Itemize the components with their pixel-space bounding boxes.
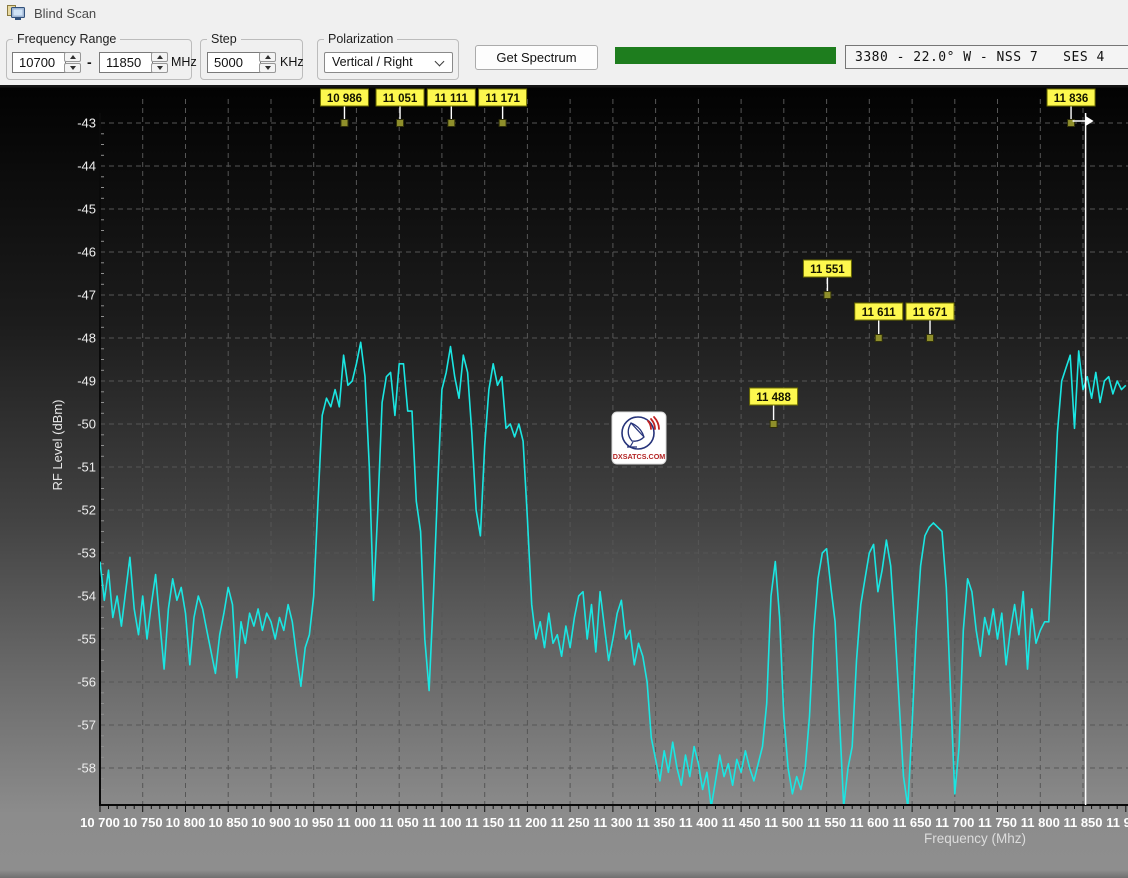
svg-text:-45: -45	[77, 202, 96, 217]
frequency-unit-label: MHz	[171, 55, 197, 69]
scan-progress-bar	[615, 47, 836, 64]
svg-text:-49: -49	[77, 374, 96, 389]
x-axis-labels: 10 70010 75010 80010 85010 90010 95011 0…	[80, 815, 1128, 830]
svg-text:11 550: 11 550	[807, 815, 846, 830]
svg-text:-52: -52	[77, 503, 96, 518]
step-spinner[interactable]	[259, 52, 276, 73]
svg-text:11 836: 11 836	[1054, 93, 1089, 105]
spin-up-icon[interactable]	[151, 52, 168, 62]
svg-text:11 488: 11 488	[756, 392, 791, 404]
svg-text:10 750: 10 750	[123, 815, 163, 830]
svg-text:-56: -56	[77, 675, 96, 690]
svg-text:11 551: 11 551	[810, 264, 845, 276]
spin-up-icon[interactable]	[64, 52, 81, 62]
svg-text:11 850: 11 850	[1063, 815, 1102, 830]
frequency-range-label: Frequency Range	[13, 32, 120, 46]
svg-text:11 300: 11 300	[593, 815, 632, 830]
title-bar: Blind Scan	[0, 0, 1128, 26]
range-separator: -	[87, 54, 92, 70]
svg-text:11 171: 11 171	[485, 93, 520, 105]
svg-text:11 450: 11 450	[722, 815, 761, 830]
svg-text:11 500: 11 500	[764, 815, 803, 830]
svg-text:11 750: 11 750	[978, 815, 1017, 830]
svg-text:11 150: 11 150	[465, 815, 504, 830]
svg-text:10 900: 10 900	[251, 815, 291, 830]
svg-text:-51: -51	[77, 460, 96, 475]
step-input[interactable]	[207, 52, 261, 73]
polarization-group: Polarization Vertical / Right	[317, 39, 459, 80]
svg-text:-58: -58	[77, 761, 96, 776]
progress-fill	[615, 47, 836, 64]
spectrum-plot: -43 -44 -45 -46 -47 -48 -49 -50 -51 -52 -53 -54 -55 -…	[0, 85, 1128, 878]
y-axis-title: RF Level (dBm)	[50, 399, 65, 490]
svg-text:11 250: 11 250	[551, 815, 590, 830]
frequency-from-spinner[interactable]	[64, 52, 81, 73]
svg-text:11 800: 11 800	[1021, 815, 1060, 830]
svg-text:-54: -54	[77, 589, 96, 604]
spin-down-icon[interactable]	[259, 63, 276, 73]
polarization-label: Polarization	[324, 32, 397, 46]
svg-text:11 100: 11 100	[422, 815, 461, 830]
svg-text:11 900: 11 900	[1106, 815, 1128, 830]
svg-text:11 111: 11 111	[435, 93, 469, 105]
frequency-to-spinner[interactable]	[151, 52, 168, 73]
chart-background	[0, 85, 1128, 878]
spin-up-icon[interactable]	[259, 52, 276, 62]
svg-text:11 350: 11 350	[636, 815, 675, 830]
x-axis-title: Frequency (Mhz)	[924, 831, 1026, 846]
svg-text:11 050: 11 050	[380, 815, 419, 830]
step-unit-label: KHz	[280, 55, 304, 69]
svg-text:10 850: 10 850	[208, 815, 248, 830]
frequency-range-group: Frequency Range - MHz	[6, 39, 192, 80]
svg-text:11 671: 11 671	[913, 307, 948, 319]
svg-text:10 800: 10 800	[166, 815, 206, 830]
spin-down-icon[interactable]	[151, 63, 168, 73]
polarization-select[interactable]: Vertical / Right	[324, 52, 453, 73]
satellite-info-field[interactable]	[845, 45, 1128, 69]
svg-text:10 950: 10 950	[294, 815, 334, 830]
window-title: Blind Scan	[34, 6, 96, 21]
svg-text:11 051: 11 051	[383, 93, 418, 105]
svg-text:-44: -44	[77, 159, 96, 174]
polarization-value: Vertical / Right	[332, 55, 413, 69]
get-spectrum-button[interactable]: Get Spectrum	[475, 45, 598, 70]
svg-text:11 400: 11 400	[679, 815, 718, 830]
spectrum-chart: -43 -44 -45 -46 -47 -48 -49 -50 -51 -52 -53 -54 -55 -…	[0, 85, 1128, 878]
frequency-to-input[interactable]	[99, 52, 153, 73]
step-group: Step KHz	[200, 39, 303, 80]
svg-text:DXSATCS.COM: DXSATCS.COM	[613, 452, 666, 461]
chevron-down-icon	[435, 57, 445, 67]
svg-text:-55: -55	[77, 632, 96, 647]
blind-scan-window: Blind Scan Frequency Range - MHz Step KH…	[0, 0, 1128, 878]
svg-text:-57: -57	[77, 718, 96, 733]
svg-text:-47: -47	[77, 288, 96, 303]
svg-text:11 650: 11 650	[893, 815, 932, 830]
svg-text:10 986: 10 986	[327, 93, 362, 105]
spin-down-icon[interactable]	[64, 63, 81, 73]
dxsatcs-logo: DXSATCS.COM	[612, 412, 666, 464]
svg-text:11 200: 11 200	[508, 815, 547, 830]
svg-text:-50: -50	[77, 417, 96, 432]
app-icon	[7, 5, 25, 21]
svg-text:-43: -43	[77, 116, 96, 131]
frequency-from-input[interactable]	[12, 52, 66, 73]
svg-text:11 600: 11 600	[850, 815, 889, 830]
step-label: Step	[207, 32, 241, 46]
svg-text:-53: -53	[77, 546, 96, 561]
svg-text:11 611: 11 611	[862, 307, 897, 319]
svg-text:-48: -48	[77, 331, 96, 346]
svg-text:10 700: 10 700	[80, 815, 120, 830]
svg-text:-46: -46	[77, 245, 96, 260]
svg-text:11 000: 11 000	[337, 815, 376, 830]
toolbar: Frequency Range - MHz Step KHz Polarizat…	[0, 26, 1128, 85]
svg-text:11 700: 11 700	[935, 815, 974, 830]
